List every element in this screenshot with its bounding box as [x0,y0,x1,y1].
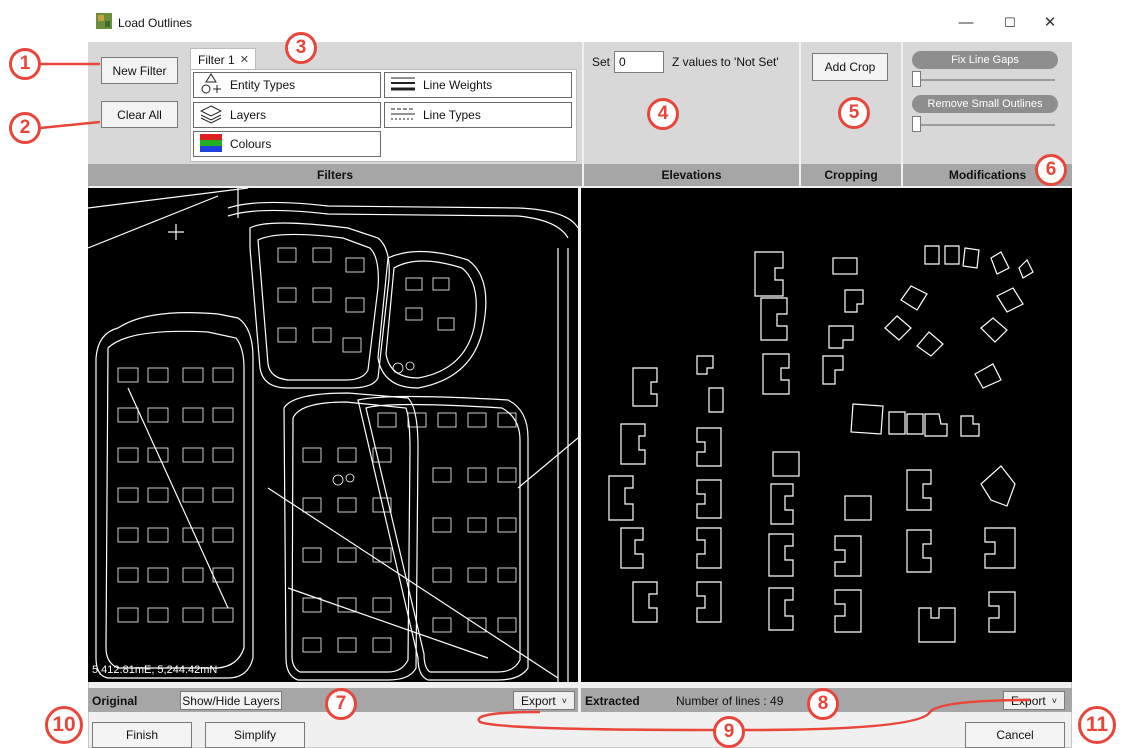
callout-7: 7 [325,688,357,720]
callout-lines [39,62,1031,732]
callout-6: 6 [1035,154,1067,186]
callout-4: 4 [647,98,679,130]
callout-2: 2 [9,112,41,144]
callout-3: 3 [285,32,317,64]
callout-8: 8 [807,688,839,720]
callout-9: 9 [713,716,745,748]
callout-1: 1 [9,48,41,80]
callout-5: 5 [838,97,870,129]
callout-10: 10 [45,706,83,744]
callout-11: 11 [1078,706,1116,744]
